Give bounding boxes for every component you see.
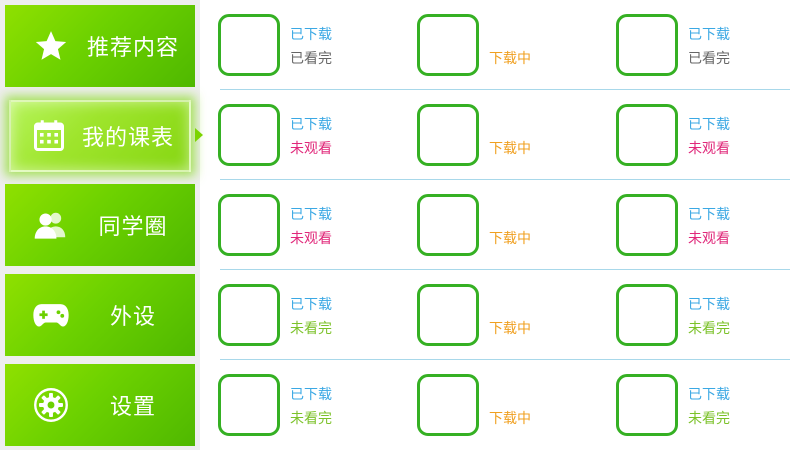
course-thumbnail [616, 104, 678, 166]
download-status: 已下载 [688, 117, 730, 133]
sidebar-item-label: 我的课表 [81, 126, 174, 151]
watch-status: 未观看 [290, 141, 332, 157]
star-icon [31, 26, 71, 66]
gamepad-icon [31, 295, 71, 335]
course-card[interactable]: 下载中 [417, 284, 602, 346]
watch-status: 下载中 [489, 321, 531, 337]
course-card[interactable]: 已下载 未看完 [616, 284, 800, 346]
course-card[interactable]: 已下载 未观看 [218, 194, 403, 256]
download-status: 已下载 [688, 207, 730, 223]
watch-status: 未看完 [290, 411, 332, 427]
course-grid: 已下载 已看完 下载中 已下载 已看完 已下载 未观看 下载中 已下载 未观看 … [210, 0, 795, 450]
course-row: 已下载 未观看 下载中 已下载 未观看 [210, 90, 795, 178]
watch-status: 下载中 [489, 231, 531, 247]
sidebar-item-label: 外设 [109, 305, 156, 330]
download-status: 已下载 [688, 297, 730, 313]
download-status: 已下载 [290, 117, 332, 133]
course-card[interactable]: 已下载 未观看 [616, 194, 800, 256]
watch-status: 下载中 [489, 141, 531, 157]
sidebar-item-classmates[interactable]: 同学圈 [5, 184, 195, 266]
watch-status: 未观看 [290, 231, 332, 247]
course-card[interactable]: 已下载 未观看 [218, 104, 403, 166]
course-thumbnail [218, 374, 280, 436]
course-card[interactable]: 下载中 [417, 194, 602, 256]
course-thumbnail [417, 284, 479, 346]
active-indicator-arrow [195, 128, 203, 142]
course-card[interactable]: 已下载 已看完 [218, 14, 403, 76]
sidebar-item-settings[interactable]: 设置 [5, 364, 195, 446]
course-row: 已下载 未看完 下载中 已下载 未看完 [210, 270, 795, 358]
watch-status: 未观看 [688, 141, 730, 157]
course-card[interactable]: 已下载 未观看 [616, 104, 800, 166]
download-status: 已下载 [688, 27, 730, 43]
people-icon [31, 205, 71, 245]
course-thumbnail [417, 14, 479, 76]
course-card[interactable]: 下载中 [417, 14, 602, 76]
watch-status: 已看完 [290, 51, 332, 67]
course-thumbnail [417, 104, 479, 166]
course-thumbnail [616, 284, 678, 346]
sidebar-item-peripherals[interactable]: 外设 [5, 274, 195, 356]
course-card[interactable]: 下载中 [417, 104, 602, 166]
watch-status: 未看完 [290, 321, 332, 337]
course-thumbnail [218, 104, 280, 166]
sidebar-item-label: 同学圈 [98, 215, 168, 240]
course-thumbnail [417, 194, 479, 256]
gear-icon [31, 385, 71, 425]
sidebar-item-label: 推荐内容 [86, 36, 179, 61]
course-card[interactable]: 已下载 未看完 [218, 374, 403, 436]
sidebar: 推荐内容 我的课表 同学圈 外设 设置 [0, 0, 203, 450]
course-card[interactable]: 已下载 未看完 [218, 284, 403, 346]
download-status: 已下载 [290, 207, 332, 223]
course-thumbnail [218, 14, 280, 76]
watch-status: 未看完 [688, 411, 730, 427]
watch-status: 未看完 [688, 321, 730, 337]
course-thumbnail [218, 194, 280, 256]
course-thumbnail [616, 14, 678, 76]
watch-status: 下载中 [489, 411, 531, 427]
course-card[interactable]: 下载中 [417, 374, 602, 436]
sidebar-item-recommended[interactable]: 推荐内容 [5, 5, 195, 87]
download-status: 已下载 [688, 387, 730, 403]
download-status: 已下载 [290, 297, 332, 313]
calendar-icon [29, 116, 69, 156]
download-status: 已下载 [290, 387, 332, 403]
course-thumbnail [417, 374, 479, 436]
course-row: 已下载 未看完 下载中 已下载 未看完 [210, 360, 795, 448]
course-card[interactable]: 已下载 已看完 [616, 14, 800, 76]
course-row: 已下载 未观看 下载中 已下载 未观看 [210, 180, 795, 268]
course-card[interactable]: 已下载 未看完 [616, 374, 800, 436]
watch-status: 未观看 [688, 231, 730, 247]
course-thumbnail [616, 374, 678, 436]
download-status: 已下载 [290, 27, 332, 43]
course-thumbnail [616, 194, 678, 256]
watch-status: 已看完 [688, 51, 730, 67]
sidebar-item-label: 设置 [109, 395, 156, 420]
sidebar-item-my-schedule[interactable]: 我的课表 [9, 100, 191, 172]
course-row: 已下载 已看完 下载中 已下载 已看完 [210, 0, 795, 88]
course-thumbnail [218, 284, 280, 346]
watch-status: 下载中 [489, 51, 531, 67]
